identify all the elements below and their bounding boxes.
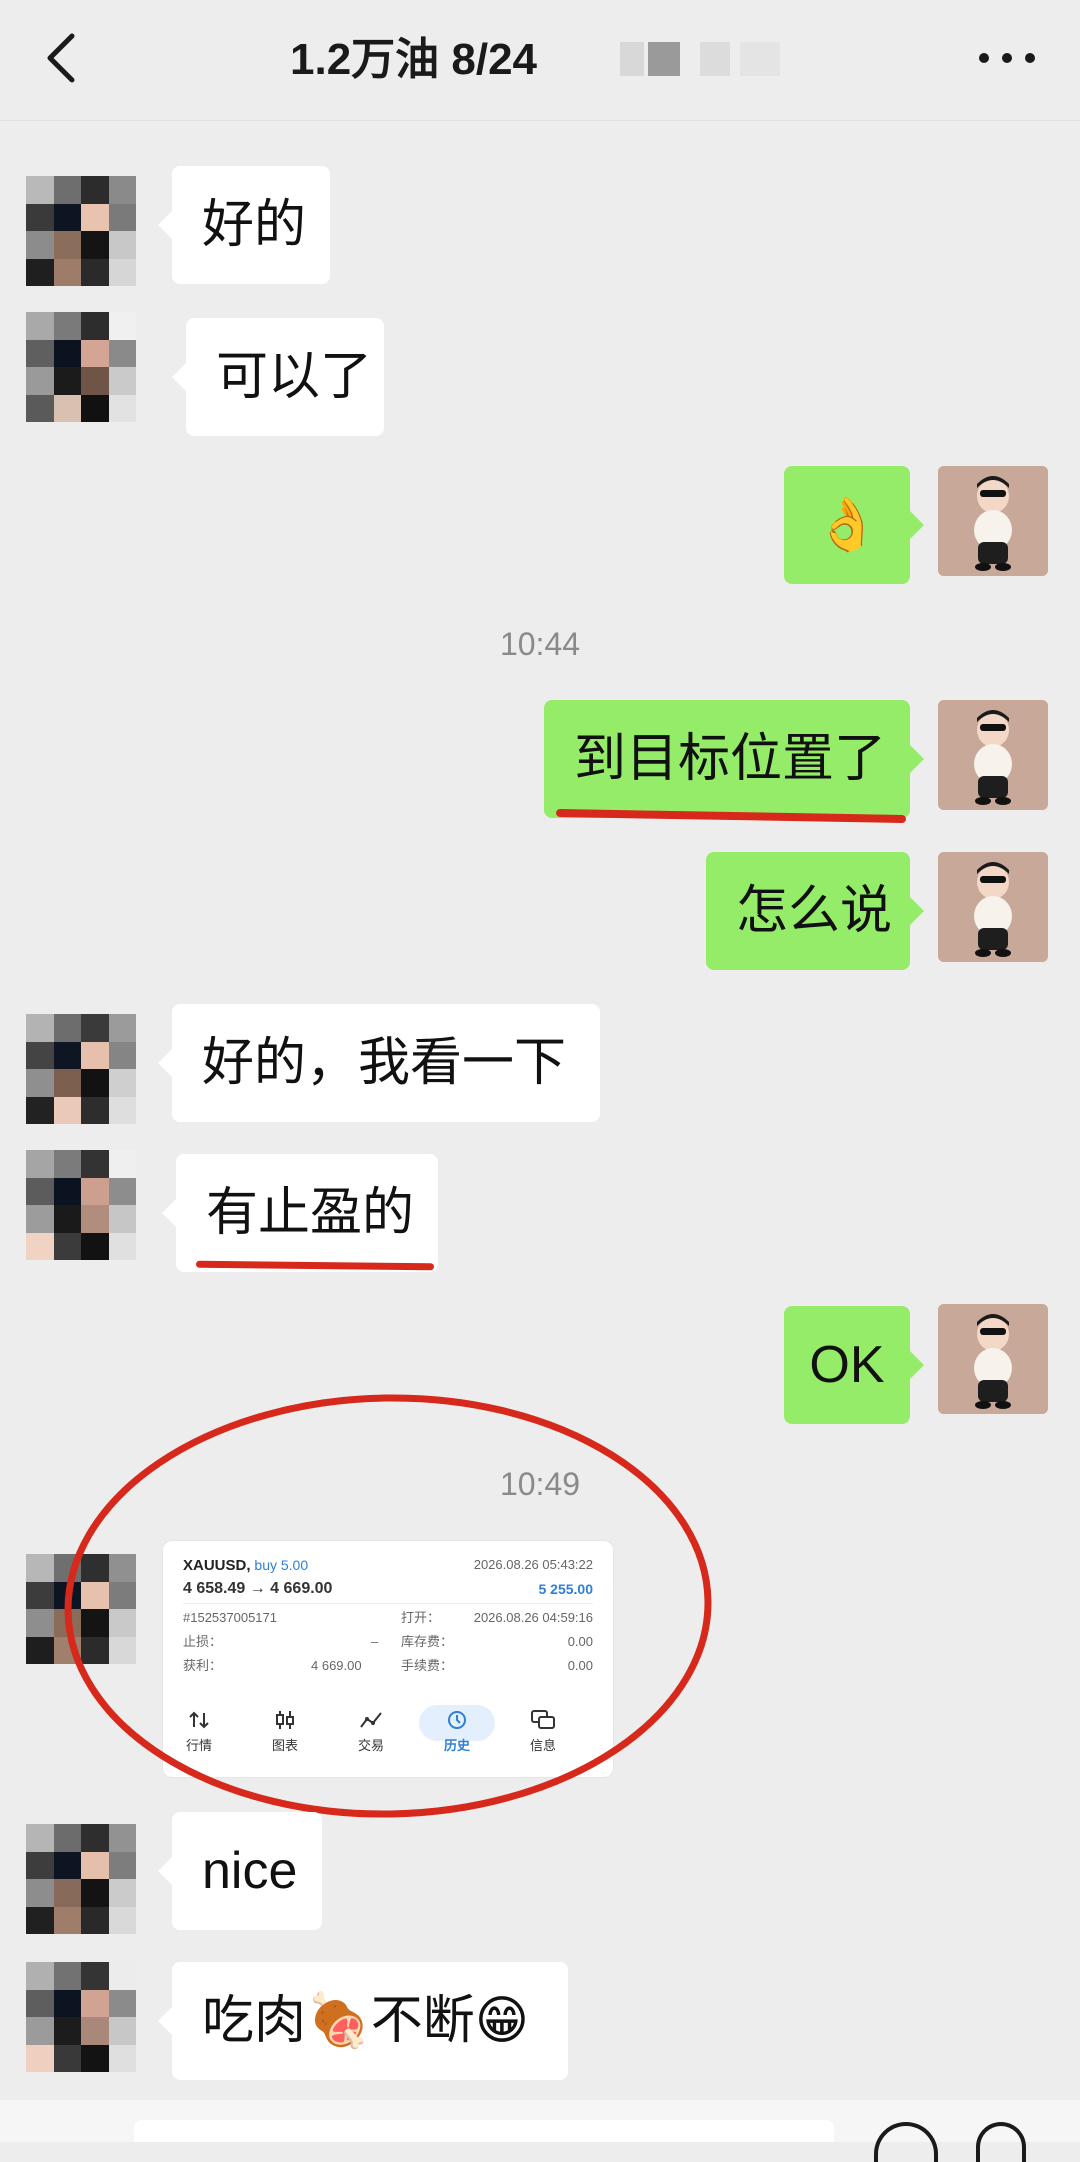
message-bubble[interactable]: OK [784,1306,924,1424]
swap-value: 0.00 [567,1634,593,1649]
trade-symbol: XAUUSD, [183,1557,251,1574]
chat-header: 1.2万油 8/24 [0,0,1080,121]
trade-screenshot-card[interactable]: XAUUSD, buy 5.00 2026.08.26 05:43:22 4 6… [162,1540,614,1778]
back-button[interactable] [38,28,88,88]
contact-avatar[interactable] [26,1150,136,1260]
cartoon-character-icon [938,466,1048,576]
my-avatar[interactable] [938,852,1048,962]
message-bubble[interactable]: 到目标位置了 [544,700,924,818]
arrows-updown-icon [189,1711,209,1729]
fee-label: 手续费： [401,1658,454,1673]
more-options-button[interactable] [976,38,1038,78]
swap-label: 库存费： [401,1634,454,1649]
message-bubble-emoji[interactable]: 👌 [784,466,924,584]
message-bubble[interactable]: 有止盈的 [162,1154,438,1272]
sl-value: – [371,1634,379,1649]
card-sl-row: 止损： – 库存费： 0.00 [183,1630,593,1654]
open-label: 打开： [401,1610,441,1625]
card-price-row: 4 658.49 → 4 669.00 5 255.00 [183,1577,593,1601]
card-tp-row: 获利： 4 669.00 手续费： 0.00 [183,1654,593,1678]
nav-trade[interactable]: 交易 [341,1703,401,1754]
contact-avatar[interactable] [26,1014,136,1124]
chat-title: 1.2万油 8/24 [290,35,538,84]
nav-quotes[interactable]: 行情 [169,1703,229,1754]
order-id: #152537005171 [183,1610,277,1625]
trade-side: buy 5.00 [254,1557,309,1573]
contact-avatar[interactable] [26,1554,136,1664]
my-avatar[interactable] [938,466,1048,576]
trade-profit: 5 255.00 [538,1581,594,1597]
contact-avatar[interactable] [26,176,136,286]
sl-label: 止损： [183,1634,223,1649]
contact-avatar[interactable] [26,312,136,422]
chat-bubbles-icon [531,1710,555,1729]
tp-label: 获利： [183,1658,223,1673]
timestamp: 10:44 [499,626,581,662]
contact-avatar[interactable] [26,1824,136,1934]
history-clock-icon [448,1711,466,1729]
line-chart-icon [360,1712,382,1728]
app-bottom-nav: 行情 图表 交易 历史 信息 [163,1703,613,1767]
message-bubble[interactable]: 怎么说 [706,852,924,970]
nav-chart[interactable]: 图表 [255,1703,315,1754]
my-avatar[interactable] [938,700,1048,810]
cartoon-character-icon [938,852,1048,962]
message-bubble[interactable]: 好的 [158,166,330,284]
more-horizontal-icon [979,53,1035,63]
message-bubble[interactable]: 好的，我看一下 [158,1004,600,1122]
trade-close-time: 2026.08.26 05:43:22 [473,1557,593,1572]
blurred-title-suffix [620,42,790,76]
message-bubble[interactable]: 吃肉🍖不断😁 [158,1962,568,2080]
timestamp: 10:49 [499,1466,581,1502]
cartoon-character-icon [938,1304,1048,1414]
message-bubble[interactable]: 可以了 [172,318,384,436]
nav-history[interactable]: 历史 [419,1703,495,1754]
message-bubble[interactable]: nice [158,1812,322,1930]
card-order-row: #152537005171 打开： 2026.08.26 04:59:16 [183,1606,593,1630]
card-header-row: XAUUSD, buy 5.00 2026.08.26 05:43:22 [183,1553,593,1577]
my-avatar[interactable] [938,1304,1048,1414]
candlestick-icon [276,1711,294,1729]
contact-avatar[interactable] [26,1962,136,2072]
trade-price-change: 4 658.49 → 4 669.00 [183,1580,333,1597]
nav-messages[interactable]: 信息 [513,1703,573,1754]
chevron-left-icon [47,33,75,83]
fee-value: 0.00 [567,1658,593,1673]
divider [183,1603,593,1604]
cartoon-character-icon [938,700,1048,810]
message-input[interactable] [134,2120,834,2142]
open-value: 2026.08.26 04:59:16 [473,1610,593,1625]
tp-value: 4 669.00 [311,1658,362,1673]
